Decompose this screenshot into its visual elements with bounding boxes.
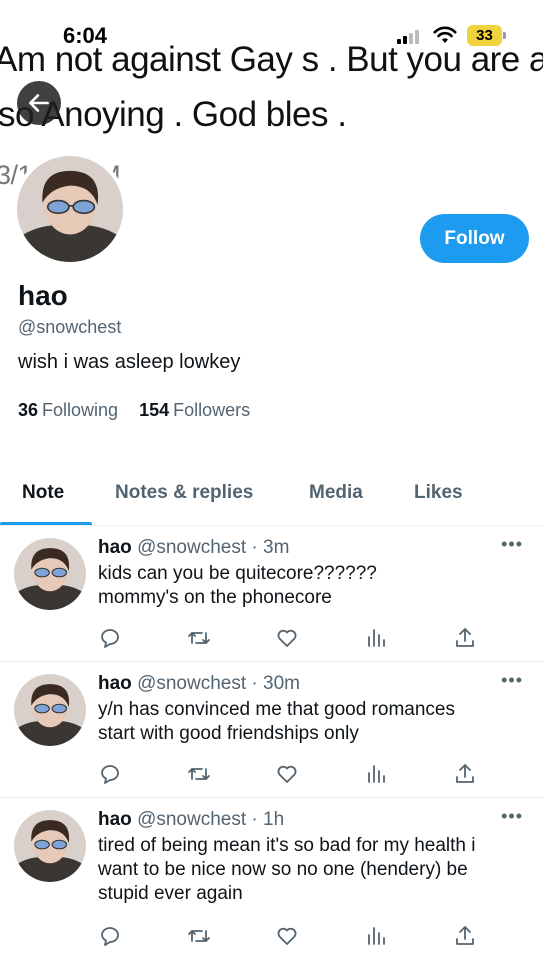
retweet-icon[interactable]: [187, 626, 213, 652]
reply-icon[interactable]: [98, 626, 124, 652]
post-text: kids can you be quitecore?????? mommy's …: [98, 563, 377, 608]
retweet-icon[interactable]: [187, 924, 213, 950]
post-avatar[interactable]: [14, 810, 86, 882]
post-header: hao @snowchest · 3m: [98, 537, 289, 559]
post-actions: [98, 626, 478, 652]
battery-level: 33: [467, 25, 502, 46]
post-author[interactable]: hao: [98, 673, 132, 694]
profile-handle: @snowchest: [18, 317, 122, 337]
following-link[interactable]: 36 Following: [18, 400, 118, 421]
post-avatar[interactable]: [14, 538, 86, 610]
profile-stats: 36 Following 154 Followers: [18, 400, 266, 421]
tab-likes[interactable]: Likes: [414, 482, 463, 504]
wifi-icon: [433, 26, 457, 44]
tab-note[interactable]: Note: [22, 482, 64, 504]
profile-tabs: Note Notes & replies Media Likes: [0, 466, 543, 526]
back-button[interactable]: [17, 81, 61, 125]
more-icon[interactable]: •••: [501, 806, 523, 827]
post-text: tired of being mean it's so bad for my h…: [98, 835, 476, 904]
post-actions: [98, 762, 478, 788]
back-arrow-icon: [29, 94, 49, 112]
post-item[interactable]: hao @snowchest · 30m ••• y/n has convinc…: [0, 662, 543, 798]
retweet-icon[interactable]: [187, 762, 213, 788]
share-icon[interactable]: [453, 924, 479, 950]
signal-icon: [397, 28, 423, 44]
share-icon[interactable]: [453, 626, 479, 652]
share-icon[interactable]: [453, 762, 479, 788]
tab-notes-replies[interactable]: Notes & replies: [115, 482, 253, 504]
post-author[interactable]: hao: [98, 537, 132, 558]
post-meta: @snowchest · 3m: [137, 537, 290, 558]
post-item[interactable]: hao @snowchest · 1h ••• tired of being m…: [0, 798, 543, 960]
post-meta: @snowchest · 1h: [137, 809, 285, 830]
followers-label: Followers: [173, 400, 251, 420]
profile-bio: wish i was asleep lowkey: [18, 351, 241, 373]
status-time: 6:04: [63, 23, 108, 48]
views-icon[interactable]: [364, 626, 390, 652]
post-author[interactable]: hao: [98, 809, 132, 830]
post-text: y/n has convinced me that good romances …: [98, 699, 455, 744]
post-meta: @snowchest · 30m: [137, 673, 300, 694]
tab-media[interactable]: Media: [309, 482, 363, 504]
views-icon[interactable]: [364, 924, 390, 950]
more-icon[interactable]: •••: [501, 534, 523, 555]
post-avatar[interactable]: [14, 674, 86, 746]
following-count: 36: [18, 400, 39, 420]
views-icon[interactable]: [364, 762, 390, 788]
post-actions: [98, 924, 478, 950]
post-item[interactable]: hao @snowchest · 3m ••• kids can you be …: [0, 526, 543, 662]
followers-link[interactable]: 154 Followers: [139, 400, 250, 421]
battery-icon: 33: [467, 25, 507, 47]
like-icon[interactable]: [275, 924, 301, 950]
like-icon[interactable]: [275, 626, 301, 652]
post-header: hao @snowchest · 30m: [98, 673, 300, 695]
like-icon[interactable]: [275, 762, 301, 788]
reply-icon[interactable]: [98, 924, 124, 950]
profile-display-name: hao: [18, 280, 68, 311]
status-bar: 6:04 33: [0, 20, 543, 50]
post-header: hao @snowchest · 1h: [98, 809, 284, 831]
following-label: Following: [42, 400, 119, 420]
profile-avatar[interactable]: [13, 152, 127, 266]
reply-icon[interactable]: [98, 762, 124, 788]
followers-count: 154: [139, 400, 170, 420]
follow-button[interactable]: Follow: [420, 214, 529, 263]
more-icon[interactable]: •••: [501, 670, 523, 691]
